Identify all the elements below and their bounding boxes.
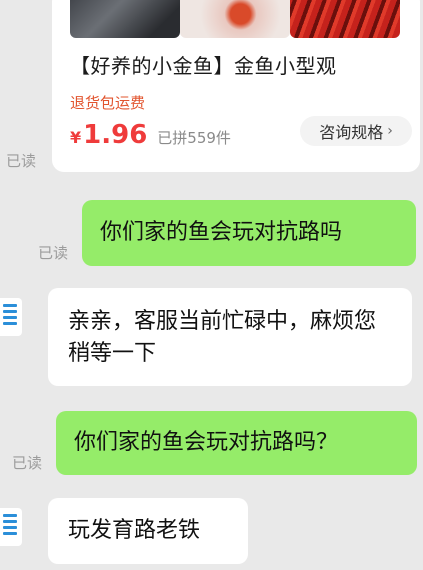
- product-thumbnail: [290, 0, 400, 38]
- product-card[interactable]: 【好养的小金鱼】金鱼小型观 退货包运费 ¥ 1.96 已拼559件 咨询规格 ›: [52, 0, 420, 172]
- message-text: 玩发育路老铁: [68, 518, 201, 543]
- message-text: 亲亲，客服当前忙碌中，麻烦您稍等一下: [68, 309, 377, 366]
- chevron-right-icon: ›: [387, 123, 393, 139]
- product-thumbnail: [70, 0, 180, 38]
- outgoing-message[interactable]: 你们家的鱼会玩对抗路吗: [82, 200, 416, 266]
- chat-screen: 【好养的小金鱼】金鱼小型观 退货包运费 ¥ 1.96 已拼559件 咨询规格 ›…: [0, 0, 423, 570]
- product-title: 【好养的小金鱼】金鱼小型观: [70, 54, 337, 78]
- price-value: 1.96: [83, 120, 148, 150]
- currency-symbol: ¥: [70, 128, 82, 147]
- message-text: 你们家的鱼会玩对抗路吗？: [74, 430, 339, 455]
- consult-spec-button[interactable]: 咨询规格 ›: [300, 116, 412, 146]
- outgoing-message[interactable]: 你们家的鱼会玩对抗路吗？: [56, 411, 417, 475]
- incoming-message[interactable]: 亲亲，客服当前忙碌中，麻烦您稍等一下: [48, 288, 412, 386]
- read-status: 已读: [12, 454, 43, 472]
- incoming-message[interactable]: 玩发育路老铁: [48, 498, 248, 564]
- read-status: 已读: [6, 152, 37, 170]
- avatar[interactable]: [0, 508, 22, 546]
- read-status: 已读: [38, 244, 69, 262]
- product-thumbnail: [180, 0, 290, 38]
- avatar[interactable]: [0, 298, 22, 336]
- customer-service-avatar-icon: [3, 514, 17, 540]
- customer-service-avatar-icon: [3, 304, 17, 330]
- consult-spec-label: 咨询规格: [319, 123, 384, 142]
- free-return-tag: 退货包运费: [70, 94, 146, 112]
- message-text: 你们家的鱼会玩对抗路吗: [100, 220, 343, 245]
- price-row: ¥ 1.96 已拼559件: [70, 120, 231, 150]
- sold-count: 已拼559件: [157, 129, 231, 147]
- product-thumbnails: [70, 0, 400, 38]
